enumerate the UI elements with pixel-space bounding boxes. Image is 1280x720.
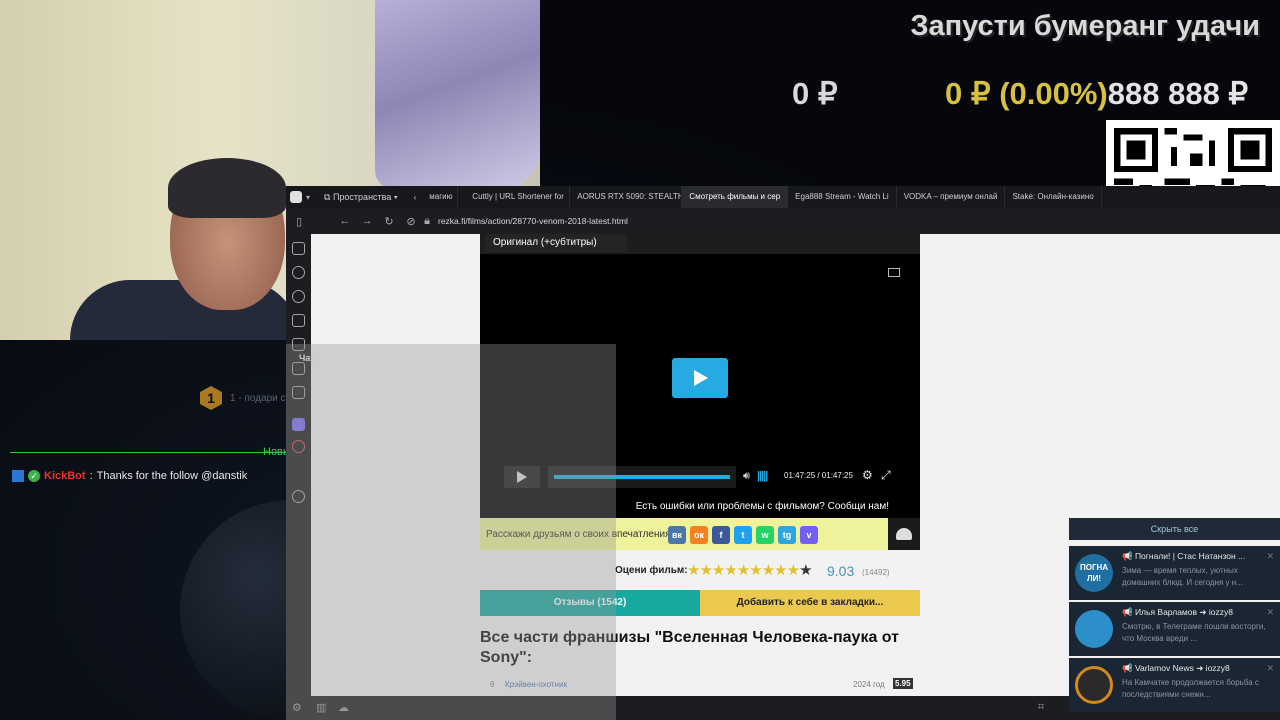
- tab-6[interactable]: Stake: Онлайн-казино: [1005, 186, 1102, 208]
- tab-3-active[interactable]: Смотреть фильмы и сер: [682, 186, 789, 208]
- franchise-row-score: 5.95: [893, 678, 913, 689]
- chat-message: ✓ KickBot: Thanks for the follow @dansti…: [12, 470, 247, 482]
- star-icon[interactable]: ★: [774, 562, 787, 579]
- star-icon[interactable]: ★: [737, 562, 750, 579]
- curtain: [375, 0, 540, 190]
- promo-win-percent: 0 ₽ (0.00%): [945, 76, 1108, 111]
- star-icon[interactable]: ★: [687, 562, 700, 579]
- tab-4[interactable]: Ega888 Stream - Watch Li: [788, 186, 897, 208]
- time-display: 01:47:25 / 01:47:25: [784, 471, 853, 480]
- verified-icon: ✓: [28, 470, 40, 482]
- notification-item[interactable]: ПОГНА ЛИ! 📢 Погнали! | Стас Натанзон ...…: [1069, 546, 1280, 600]
- promo-win: 0 ₽ (0.00%)888 888 ₽: [945, 76, 1248, 112]
- whatsapp-share-icon[interactable]: w: [756, 526, 774, 544]
- hide-all-notifications-button[interactable]: Скрыть все: [1069, 518, 1280, 540]
- notification-body: Зима — время теплых, уютных домашних блю…: [1122, 566, 1243, 587]
- telegram-share-icon[interactable]: tg: [778, 526, 796, 544]
- settings-gear-icon[interactable]: ⚙: [862, 468, 873, 482]
- star-icon[interactable]: ★: [749, 562, 762, 579]
- notification-body: Смотрю, в Телеграме пошли восторги, что …: [1122, 622, 1266, 643]
- promo-win-amount: 888 888 ₽: [1107, 76, 1249, 111]
- lock-icon: 🔒︎: [424, 214, 430, 227]
- rating-votes: (14492): [862, 568, 890, 577]
- capture-icon[interactable]: ⌗: [1038, 701, 1044, 714]
- chat-separator: :: [89, 470, 93, 482]
- franchise-row-year: 2024 год: [853, 680, 885, 689]
- big-play-button[interactable]: [672, 358, 728, 398]
- star-icon[interactable]: ★: [787, 562, 800, 579]
- notification-title: 📢 Varlamov News ➜ iozzy8: [1122, 663, 1230, 673]
- avatar: [1075, 610, 1113, 648]
- fullscreen-icon[interactable]: ⤢: [881, 468, 891, 483]
- url-field[interactable]: rezka.fi/films/action/28770-venom-2018-l…: [438, 216, 628, 226]
- chat-text: Thanks for the follow @danstik: [96, 470, 248, 482]
- facebook-share-icon[interactable]: f: [712, 526, 730, 544]
- star-icon[interactable]: ★: [799, 562, 812, 579]
- tab-1[interactable]: Cuttly | URL Shortener for: [458, 186, 571, 208]
- notification-item[interactable]: 📢 Илья Варламов ➜ iozzy8 Смотрю, в Телег…: [1069, 602, 1280, 656]
- chevron-left-icon[interactable]: ‹: [408, 193, 423, 202]
- notification-item[interactable]: 📢 Varlamov News ➜ iozzy8 На Камчатке про…: [1069, 658, 1280, 712]
- avatar: ПОГНА ЛИ!: [1075, 554, 1113, 592]
- play-icon: [694, 370, 708, 386]
- ok-share-icon[interactable]: ок: [690, 526, 708, 544]
- volume-icon[interactable]: 🔊︎: [743, 470, 750, 483]
- volume-slider[interactable]: |||||: [757, 470, 768, 482]
- star-icon[interactable]: ★: [724, 562, 737, 579]
- star-icon[interactable]: ★: [712, 562, 725, 579]
- gift-rank-badge: 1: [200, 386, 222, 410]
- streamer-hair: [168, 158, 286, 218]
- star-icon[interactable]: ★: [699, 562, 712, 579]
- reload-icon[interactable]: ↻: [378, 215, 400, 228]
- forward-icon[interactable]: →: [356, 215, 378, 227]
- tab-0[interactable]: магию: [422, 186, 459, 208]
- history-icon[interactable]: [292, 290, 305, 303]
- chat-title: Чат: [299, 353, 315, 363]
- rate-label: Оцени фильм:: [615, 565, 688, 576]
- address-bar: ▯ ← → ↻ ⊘ 🔒︎ rezka.fi/films/action/28770…: [286, 208, 1280, 234]
- close-icon[interactable]: ✕: [1266, 551, 1274, 562]
- translation-option[interactable]: Оригинал (+субтитры): [485, 234, 627, 252]
- vk-share-icon[interactable]: вк: [668, 526, 686, 544]
- notification-body: На Камчатке продолжается борьба с послед…: [1122, 678, 1259, 699]
- add-bookmark-button[interactable]: Добавить к себе в закладки...: [700, 590, 920, 616]
- bookmarks-icon[interactable]: [292, 242, 305, 255]
- downloads-icon[interactable]: [292, 266, 305, 279]
- notes-icon[interactable]: [292, 314, 305, 327]
- star-icon[interactable]: ★: [762, 562, 775, 579]
- notify-bell-button[interactable]: [888, 518, 920, 550]
- layers-icon: ⧉: [324, 191, 333, 202]
- twitter-share-icon[interactable]: t: [734, 526, 752, 544]
- tab-bar: ▾ ⧉ Пространства ▾ ‹ магию Cuttly | URL …: [286, 186, 1280, 208]
- bell-icon: [896, 528, 912, 540]
- chat-overlay-shade: [286, 344, 616, 720]
- spaces-menu[interactable]: ⧉ Пространства ▾: [310, 192, 408, 203]
- close-icon[interactable]: ✕: [1266, 663, 1274, 674]
- chat-username[interactable]: KickBot: [44, 470, 86, 482]
- viber-share-icon[interactable]: v: [800, 526, 818, 544]
- desktop: Запусти бумеранг удачи 0 ₽ 0 ₽ (0.00%)88…: [0, 0, 1280, 720]
- back-icon[interactable]: ←: [334, 215, 356, 227]
- shield-icon[interactable]: ⊘: [400, 215, 422, 228]
- kick-icon: [12, 470, 24, 482]
- rating-value: 9.03: [827, 563, 855, 579]
- picture-in-picture-icon[interactable]: [888, 268, 900, 277]
- notification-title: 📢 Илья Варламов ➜ iozzy8: [1122, 607, 1233, 617]
- promo-balance: 0 ₽: [792, 76, 838, 111]
- close-icon[interactable]: ✕: [1266, 607, 1274, 618]
- rating-stars[interactable]: ★★★★★★★★★★: [687, 561, 813, 579]
- avatar: [1075, 666, 1113, 704]
- tab-2[interactable]: AORUS RTX 5090: STEALTH: [570, 186, 683, 208]
- notification-title: 📢 Погнали! | Стас Натанзон ...: [1122, 551, 1246, 561]
- spaces-label: Пространства: [332, 191, 392, 202]
- panel-toggle-icon[interactable]: ▯: [286, 215, 312, 228]
- avatar-text: ПОГНА ЛИ!: [1079, 563, 1109, 583]
- vivaldi-logo-icon[interactable]: [290, 191, 302, 203]
- tab-5[interactable]: VODKA – премиум онлай: [897, 186, 1006, 208]
- promo-title: Запусти бумеранг удачи: [910, 10, 1260, 42]
